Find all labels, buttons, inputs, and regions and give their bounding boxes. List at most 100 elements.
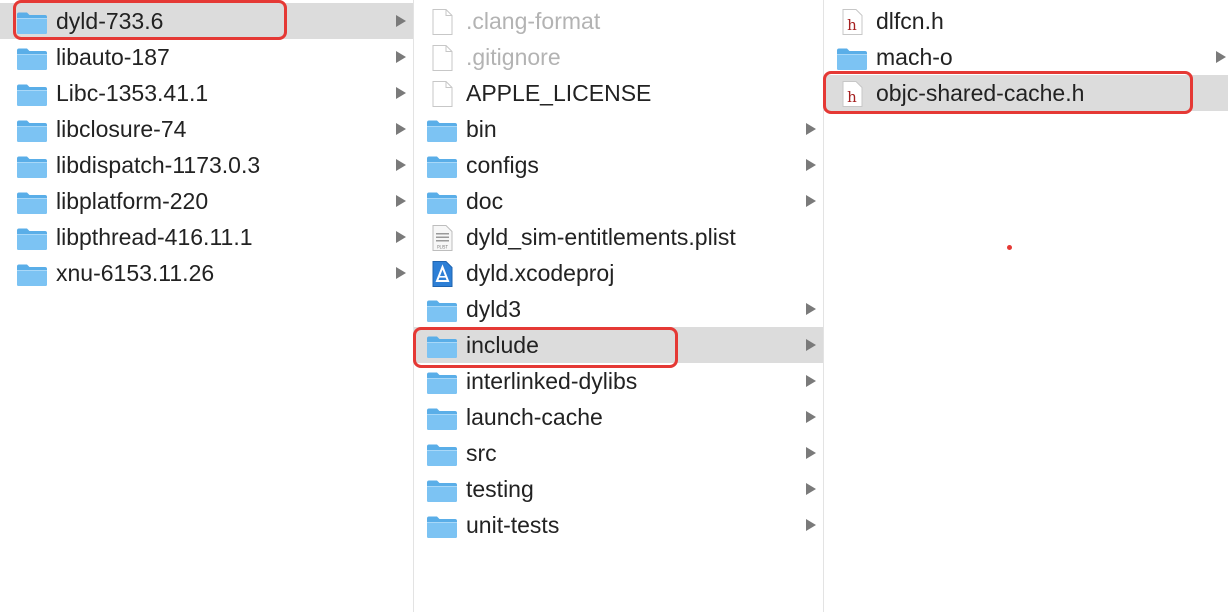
- item-label: xnu-6153.11.26: [56, 260, 215, 286]
- item-objc-shared-cache-h[interactable]: h objc-shared-cache.h: [824, 75, 1228, 111]
- chevron-right-icon: [806, 483, 816, 495]
- chevron-right-icon: [806, 411, 816, 423]
- item-libpthread-416-11-1[interactable]: libpthread-416.11.1: [0, 219, 413, 255]
- item-label: configs: [466, 152, 539, 178]
- svg-text:PLIST: PLIST: [437, 245, 448, 250]
- folder-icon: [426, 477, 458, 502]
- item-libc-1353-41-1[interactable]: Libc-1353.41.1: [0, 75, 413, 111]
- chevron-right-icon: [396, 51, 406, 63]
- item-dyld-xcodeproj[interactable]: dyld.xcodeproj: [414, 255, 823, 291]
- item-label: .clang-format: [466, 8, 601, 34]
- item-label: dyld_sim-entitlements.plist: [466, 224, 736, 250]
- chevron-right-icon: [806, 339, 816, 351]
- plist-file-icon: PLIST: [426, 225, 458, 251]
- folder-icon: [426, 153, 458, 178]
- chevron-right-icon: [396, 15, 406, 27]
- item-configs[interactable]: configs: [414, 147, 823, 183]
- item-include[interactable]: include: [414, 327, 823, 363]
- folder-icon: [16, 45, 48, 70]
- item-label: .gitignore: [466, 44, 561, 70]
- column-3[interactable]: h dlfcn.h mach-o h objc-shared-cache.h: [824, 0, 1228, 612]
- folder-icon: [16, 117, 48, 142]
- document-icon: [426, 9, 458, 35]
- item-gitignore[interactable]: .gitignore: [414, 39, 823, 75]
- item-label: libplatform-220: [56, 188, 209, 214]
- header-file-icon: h: [836, 9, 868, 35]
- item-libplatform-220[interactable]: libplatform-220: [0, 183, 413, 219]
- item-label: testing: [466, 476, 534, 502]
- folder-icon: [426, 297, 458, 322]
- column-browser: dyld-733.6 libauto-187 Libc-1353.41.1 libcl…: [0, 0, 1228, 612]
- folder-icon: [426, 441, 458, 466]
- item-launch-cache[interactable]: launch-cache: [414, 399, 823, 435]
- chevron-right-icon: [806, 447, 816, 459]
- item-label: libdispatch-1173.0.3: [56, 152, 261, 178]
- chevron-right-icon: [396, 123, 406, 135]
- item-libauto-187[interactable]: libauto-187: [0, 39, 413, 75]
- chevron-right-icon: [396, 231, 406, 243]
- item-label: dyld.xcodeproj: [466, 260, 615, 286]
- document-icon: [426, 81, 458, 107]
- folder-icon: [16, 261, 48, 286]
- folder-icon: [16, 153, 48, 178]
- item-label: launch-cache: [466, 404, 603, 430]
- folder-icon: [16, 225, 48, 250]
- item-label: dlfcn.h: [876, 8, 944, 34]
- folder-icon: [836, 45, 868, 70]
- item-src[interactable]: src: [414, 435, 823, 471]
- chevron-right-icon: [806, 159, 816, 171]
- item-clang-format[interactable]: .clang-format: [414, 3, 823, 39]
- folder-icon: [16, 189, 48, 214]
- item-label: objc-shared-cache.h: [876, 80, 1085, 106]
- chevron-right-icon: [396, 159, 406, 171]
- chevron-right-icon: [806, 519, 816, 531]
- item-label: dyld3: [466, 296, 521, 322]
- item-apple-license[interactable]: APPLE_LICENSE: [414, 75, 823, 111]
- folder-icon: [426, 513, 458, 538]
- item-label: APPLE_LICENSE: [466, 80, 652, 106]
- item-libdispatch-1173-0-3[interactable]: libdispatch-1173.0.3: [0, 147, 413, 183]
- item-doc[interactable]: doc: [414, 183, 823, 219]
- item-label: dyld-733.6: [56, 8, 164, 34]
- chevron-right-icon: [806, 195, 816, 207]
- item-label: doc: [466, 188, 504, 214]
- chevron-right-icon: [806, 123, 816, 135]
- item-xnu-6153-11-26[interactable]: xnu-6153.11.26: [0, 255, 413, 291]
- item-label: interlinked-dylibs: [466, 368, 638, 394]
- folder-icon: [426, 117, 458, 142]
- chevron-right-icon: [806, 303, 816, 315]
- chevron-right-icon: [396, 267, 406, 279]
- chevron-right-icon: [396, 195, 406, 207]
- folder-icon: [426, 369, 458, 394]
- item-label: bin: [466, 116, 497, 142]
- header-file-icon: h: [836, 81, 868, 107]
- column-2[interactable]: .clang-format .gitignore APPLE_LICENSEbin c…: [414, 0, 824, 612]
- item-testing[interactable]: testing: [414, 471, 823, 507]
- column-1[interactable]: dyld-733.6 libauto-187 Libc-1353.41.1 libcl…: [0, 0, 414, 612]
- chevron-right-icon: [1216, 51, 1226, 63]
- item-dyld-733-6[interactable]: dyld-733.6: [0, 3, 413, 39]
- item-unit-tests[interactable]: unit-tests: [414, 507, 823, 543]
- xcode-project-icon: [426, 261, 458, 287]
- folder-icon: [426, 189, 458, 214]
- item-label: libpthread-416.11.1: [56, 224, 253, 250]
- item-label: include: [466, 332, 539, 358]
- svg-text:h: h: [847, 16, 857, 34]
- item-dlfcn-h[interactable]: h dlfcn.h: [824, 3, 1228, 39]
- item-interlinked-dylibs[interactable]: interlinked-dylibs: [414, 363, 823, 399]
- item-dyld3[interactable]: dyld3: [414, 291, 823, 327]
- item-dyld-sim-entitlements-plist[interactable]: PLIST dyld_sim-entitlements.plist: [414, 219, 823, 255]
- chevron-right-icon: [806, 375, 816, 387]
- item-label: Libc-1353.41.1: [56, 80, 209, 106]
- item-mach-o[interactable]: mach-o: [824, 39, 1228, 75]
- item-label: mach-o: [876, 44, 953, 70]
- folder-icon: [426, 405, 458, 430]
- folder-icon: [16, 9, 48, 34]
- item-label: unit-tests: [466, 512, 560, 538]
- item-label: libclosure-74: [56, 116, 187, 142]
- item-libclosure-74[interactable]: libclosure-74: [0, 111, 413, 147]
- item-bin[interactable]: bin: [414, 111, 823, 147]
- document-icon: [426, 45, 458, 71]
- chevron-right-icon: [396, 87, 406, 99]
- annotation-dot: [1007, 245, 1012, 250]
